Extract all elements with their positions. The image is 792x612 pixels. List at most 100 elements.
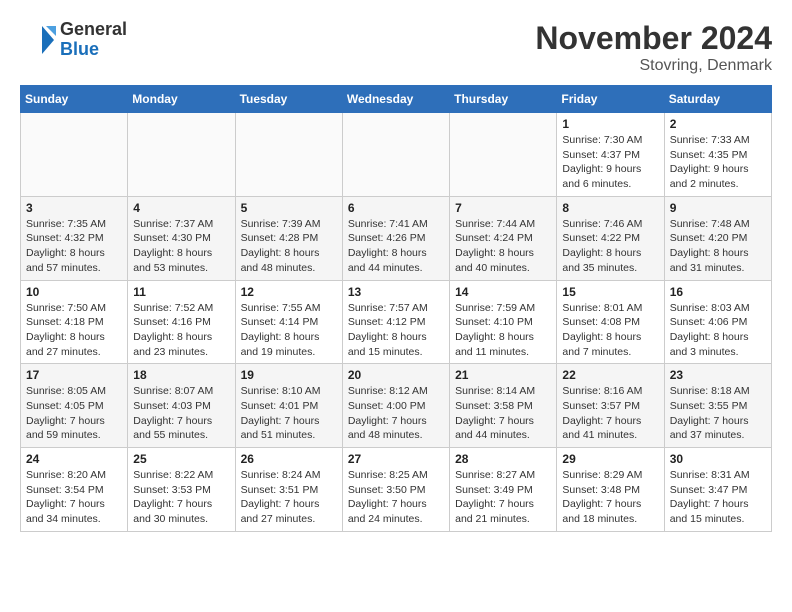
day-cell: 23 Sunrise: 8:18 AMSunset: 3:55 PMDayligh… bbox=[664, 364, 771, 448]
day-cell: 12Sunrise: 7:55 AMSunset: 4:14 PMDayligh… bbox=[235, 280, 342, 364]
weekday-header-tuesday: Tuesday bbox=[235, 86, 342, 113]
day-cell: 19 Sunrise: 8:10 AMSunset: 4:01 PMDayligh… bbox=[235, 364, 342, 448]
day-number: 21 bbox=[455, 368, 551, 382]
weekday-header-thursday: Thursday bbox=[450, 86, 557, 113]
day-info: Sunrise: 8:27 AMSunset: 3:49 PMDaylight:… bbox=[455, 468, 551, 527]
day-number: 3 bbox=[26, 201, 122, 215]
title-block: November 2024 Stovring, Denmark bbox=[535, 20, 772, 75]
day-cell bbox=[128, 113, 235, 197]
day-number: 14 bbox=[455, 285, 551, 299]
day-info: Sunrise: 8:07 AMSunset: 4:03 PMDaylight:… bbox=[133, 384, 229, 443]
day-cell: 18 Sunrise: 8:07 AMSunset: 4:03 PMDayligh… bbox=[128, 364, 235, 448]
day-info: Sunrise: 8:01 AMSunset: 4:08 PMDaylight:… bbox=[562, 301, 658, 360]
day-info: Sunrise: 7:35 AMSunset: 4:32 PMDaylight:… bbox=[26, 217, 122, 276]
day-cell: 28 Sunrise: 8:27 AMSunset: 3:49 PMDayligh… bbox=[450, 448, 557, 532]
day-cell bbox=[342, 113, 449, 197]
day-cell: 5 Sunrise: 7:39 AMSunset: 4:28 PMDaylight… bbox=[235, 196, 342, 280]
week-row-3: 10Sunrise: 7:50 AMSunset: 4:18 PMDayligh… bbox=[21, 280, 772, 364]
day-info: Sunrise: 8:16 AMSunset: 3:57 PMDaylight:… bbox=[562, 384, 658, 443]
day-info: Sunrise: 7:52 AMSunset: 4:16 PMDaylight:… bbox=[133, 301, 229, 360]
day-info: Sunrise: 7:37 AMSunset: 4:30 PMDaylight:… bbox=[133, 217, 229, 276]
day-number: 4 bbox=[133, 201, 229, 215]
day-cell: 3 Sunrise: 7:35 AMSunset: 4:32 PMDaylight… bbox=[21, 196, 128, 280]
day-number: 16 bbox=[670, 285, 766, 299]
day-info: Sunrise: 7:46 AMSunset: 4:22 PMDaylight:… bbox=[562, 217, 658, 276]
day-cell: 13 Sunrise: 7:57 AMSunset: 4:12 PMDayligh… bbox=[342, 280, 449, 364]
day-info: Sunrise: 8:10 AMSunset: 4:01 PMDaylight:… bbox=[241, 384, 337, 443]
day-number: 18 bbox=[133, 368, 229, 382]
day-cell: 1 Sunrise: 7:30 AMSunset: 4:37 PMDaylight… bbox=[557, 113, 664, 197]
week-row-2: 3 Sunrise: 7:35 AMSunset: 4:32 PMDaylight… bbox=[21, 196, 772, 280]
day-number: 11 bbox=[133, 285, 229, 299]
day-cell: 16 Sunrise: 8:03 AMSunset: 4:06 PMDayligh… bbox=[664, 280, 771, 364]
week-row-4: 17Sunrise: 8:05 AMSunset: 4:05 PMDayligh… bbox=[21, 364, 772, 448]
logo-icon bbox=[20, 22, 56, 58]
weekday-header-wednesday: Wednesday bbox=[342, 86, 449, 113]
day-number: 30 bbox=[670, 452, 766, 466]
day-cell: 11 Sunrise: 7:52 AMSunset: 4:16 PMDayligh… bbox=[128, 280, 235, 364]
day-cell: 17Sunrise: 8:05 AMSunset: 4:05 PMDayligh… bbox=[21, 364, 128, 448]
day-number: 29 bbox=[562, 452, 658, 466]
day-info: Sunrise: 8:18 AMSunset: 3:55 PMDaylight:… bbox=[670, 384, 766, 443]
day-number: 27 bbox=[348, 452, 444, 466]
day-info: Sunrise: 8:24 AMSunset: 3:51 PMDaylight:… bbox=[241, 468, 337, 527]
day-info: Sunrise: 7:55 AMSunset: 4:14 PMDaylight:… bbox=[241, 301, 337, 360]
day-cell: 29 Sunrise: 8:29 AMSunset: 3:48 PMDayligh… bbox=[557, 448, 664, 532]
day-info: Sunrise: 8:03 AMSunset: 4:06 PMDaylight:… bbox=[670, 301, 766, 360]
location: Stovring, Denmark bbox=[535, 57, 772, 75]
day-cell: 10Sunrise: 7:50 AMSunset: 4:18 PMDayligh… bbox=[21, 280, 128, 364]
day-info: Sunrise: 8:20 AMSunset: 3:54 PMDaylight:… bbox=[26, 468, 122, 527]
day-number: 7 bbox=[455, 201, 551, 215]
day-cell: 7 Sunrise: 7:44 AMSunset: 4:24 PMDaylight… bbox=[450, 196, 557, 280]
day-number: 26 bbox=[241, 452, 337, 466]
day-cell: 22Sunrise: 8:16 AMSunset: 3:57 PMDayligh… bbox=[557, 364, 664, 448]
weekday-header-friday: Friday bbox=[557, 86, 664, 113]
day-number: 5 bbox=[241, 201, 337, 215]
day-cell: 25 Sunrise: 8:22 AMSunset: 3:53 PMDayligh… bbox=[128, 448, 235, 532]
day-cell: 4 Sunrise: 7:37 AMSunset: 4:30 PMDaylight… bbox=[128, 196, 235, 280]
day-cell: 20Sunrise: 8:12 AMSunset: 4:00 PMDayligh… bbox=[342, 364, 449, 448]
day-number: 15 bbox=[562, 285, 658, 299]
calendar: SundayMondayTuesdayWednesdayThursdayFrid… bbox=[20, 85, 772, 532]
day-info: Sunrise: 8:25 AMSunset: 3:50 PMDaylight:… bbox=[348, 468, 444, 527]
weekday-header-row: SundayMondayTuesdayWednesdayThursdayFrid… bbox=[21, 86, 772, 113]
day-info: Sunrise: 7:50 AMSunset: 4:18 PMDaylight:… bbox=[26, 301, 122, 360]
day-info: Sunrise: 7:48 AMSunset: 4:20 PMDaylight:… bbox=[670, 217, 766, 276]
day-info: Sunrise: 8:12 AMSunset: 4:00 PMDaylight:… bbox=[348, 384, 444, 443]
day-number: 25 bbox=[133, 452, 229, 466]
month-title: November 2024 bbox=[535, 20, 772, 57]
day-info: Sunrise: 7:57 AMSunset: 4:12 PMDaylight:… bbox=[348, 301, 444, 360]
day-cell: 15 Sunrise: 8:01 AMSunset: 4:08 PMDayligh… bbox=[557, 280, 664, 364]
day-cell: 26 Sunrise: 8:24 AMSunset: 3:51 PMDayligh… bbox=[235, 448, 342, 532]
day-cell: 21Sunrise: 8:14 AMSunset: 3:58 PMDayligh… bbox=[450, 364, 557, 448]
day-number: 28 bbox=[455, 452, 551, 466]
day-number: 2 bbox=[670, 117, 766, 131]
day-info: Sunrise: 7:44 AMSunset: 4:24 PMDaylight:… bbox=[455, 217, 551, 276]
day-number: 1 bbox=[562, 117, 658, 131]
day-cell: 8Sunrise: 7:46 AMSunset: 4:22 PMDaylight… bbox=[557, 196, 664, 280]
day-cell bbox=[235, 113, 342, 197]
day-info: Sunrise: 7:30 AMSunset: 4:37 PMDaylight:… bbox=[562, 133, 658, 192]
day-info: Sunrise: 7:59 AMSunset: 4:10 PMDaylight:… bbox=[455, 301, 551, 360]
weekday-header-saturday: Saturday bbox=[664, 86, 771, 113]
day-cell: 14 Sunrise: 7:59 AMSunset: 4:10 PMDayligh… bbox=[450, 280, 557, 364]
day-cell: 9 Sunrise: 7:48 AMSunset: 4:20 PMDaylight… bbox=[664, 196, 771, 280]
day-info: Sunrise: 7:33 AMSunset: 4:35 PMDaylight:… bbox=[670, 133, 766, 192]
weekday-header-sunday: Sunday bbox=[21, 86, 128, 113]
day-number: 23 bbox=[670, 368, 766, 382]
day-cell: 2 Sunrise: 7:33 AMSunset: 4:35 PMDaylight… bbox=[664, 113, 771, 197]
day-info: Sunrise: 8:22 AMSunset: 3:53 PMDaylight:… bbox=[133, 468, 229, 527]
day-info: Sunrise: 7:39 AMSunset: 4:28 PMDaylight:… bbox=[241, 217, 337, 276]
day-number: 24 bbox=[26, 452, 122, 466]
logo: General Blue bbox=[20, 20, 127, 60]
day-cell: 6Sunrise: 7:41 AMSunset: 4:26 PMDaylight… bbox=[342, 196, 449, 280]
day-cell: 27 Sunrise: 8:25 AMSunset: 3:50 PMDayligh… bbox=[342, 448, 449, 532]
weekday-header-monday: Monday bbox=[128, 86, 235, 113]
day-number: 13 bbox=[348, 285, 444, 299]
day-info: Sunrise: 8:29 AMSunset: 3:48 PMDaylight:… bbox=[562, 468, 658, 527]
logo-text: General Blue bbox=[60, 20, 127, 60]
day-number: 9 bbox=[670, 201, 766, 215]
page-header: General Blue November 2024 Stovring, Den… bbox=[20, 20, 772, 75]
day-number: 19 bbox=[241, 368, 337, 382]
week-row-5: 24 Sunrise: 8:20 AMSunset: 3:54 PMDayligh… bbox=[21, 448, 772, 532]
